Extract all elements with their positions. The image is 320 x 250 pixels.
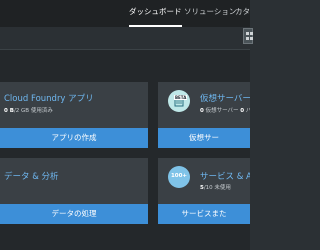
card-title[interactable]: サービス & AP <box>200 170 250 182</box>
virtual-server-icon <box>168 90 190 112</box>
card-title[interactable]: 仮想サーバー <box>200 92 250 104</box>
card-virtual-servers: BETA 仮想サーバー 0 仮想サーバー 0 パブ 仮想サー <box>158 82 250 148</box>
tab-catalog[interactable]: カタ <box>235 0 250 27</box>
create-app-button[interactable]: アプリの作成 <box>0 128 148 148</box>
card-title[interactable]: Cloud Foundry アプリ <box>4 92 94 104</box>
services-icon: 100+ <box>168 166 190 188</box>
create-virtual-server-button[interactable]: 仮想サー <box>158 128 250 148</box>
card-cloud-foundry: Cloud Foundry アプリ 0 B/2 GB 使用済み アプリの作成 <box>0 82 148 148</box>
services-usage: 5/10 未使用 <box>200 185 231 191</box>
card-services-api: 100+ サービス & AP 5/10 未使用 サービスまた <box>158 158 250 224</box>
card-title[interactable]: データ & 分析 <box>4 170 59 182</box>
storage-usage: 0 B/2 GB 使用済み <box>4 108 53 114</box>
tab-solutions[interactable]: ソリューション <box>184 0 236 27</box>
add-service-button[interactable]: サービスまた <box>158 204 250 224</box>
beta-badge: BETA <box>174 95 188 100</box>
dashboard-main: Cloud Foundry アプリ 0 B/2 GB 使用済み アプリの作成 B… <box>0 50 250 250</box>
card-data-analytics: データ & 分析 データの処理 <box>0 158 148 224</box>
sub-toolbar <box>0 27 250 50</box>
tab-dashboard[interactable]: ダッシュボード <box>129 0 182 27</box>
process-data-button[interactable]: データの処理 <box>0 204 148 224</box>
top-nav-bar: ダッシュボード ソリューション カタ <box>0 0 250 27</box>
server-counts: 0 仮想サーバー 0 パブ <box>200 108 250 114</box>
grid-view-toggle[interactable] <box>243 28 253 44</box>
